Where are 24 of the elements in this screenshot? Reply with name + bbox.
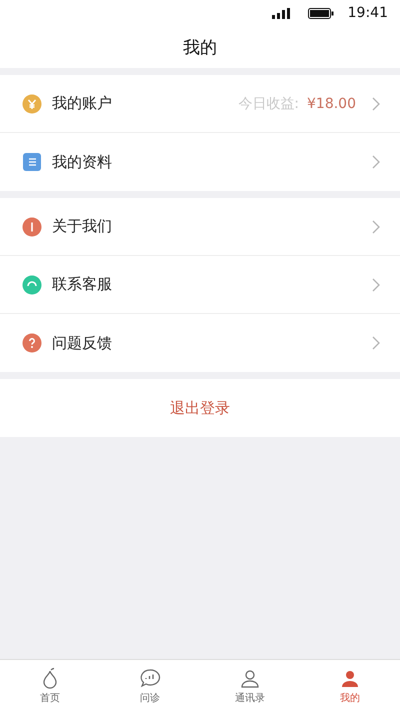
menu-label: 问题反馈 xyxy=(52,334,113,352)
chevron-right-icon xyxy=(372,96,380,110)
chevron-right-icon xyxy=(372,220,380,234)
logout-button[interactable]: 退出登录 xyxy=(162,394,238,422)
earnings-value: ¥18.00 xyxy=(307,96,356,112)
menu-item[interactable]: 问题反馈 xyxy=(0,314,400,372)
status-time: 19:41 xyxy=(348,5,388,21)
chevron-right-icon xyxy=(372,278,380,292)
chevron-right-icon xyxy=(372,155,380,169)
tab-item[interactable]: 问诊 xyxy=(100,660,200,712)
chat-icon xyxy=(138,667,162,689)
menu-label: 联系客服 xyxy=(52,275,113,294)
chevron-right-icon xyxy=(372,336,380,350)
menu-label: 我的资料 xyxy=(52,152,113,172)
menu-item[interactable]: 我的资料 xyxy=(0,133,400,191)
tab-item[interactable]: 我的 xyxy=(300,660,400,712)
tab-item[interactable]: 通讯录 xyxy=(200,660,300,712)
menu-item[interactable]: 联系客服 xyxy=(0,256,400,314)
tab-item[interactable]: 首页 xyxy=(0,660,100,712)
page-title: 我的 xyxy=(183,36,217,58)
battery-icon xyxy=(308,8,334,18)
menu-label: 关于我们 xyxy=(52,217,113,236)
menu-item[interactable]: 关于我们 xyxy=(0,198,400,256)
menu-label: 我的账户 xyxy=(52,94,113,113)
